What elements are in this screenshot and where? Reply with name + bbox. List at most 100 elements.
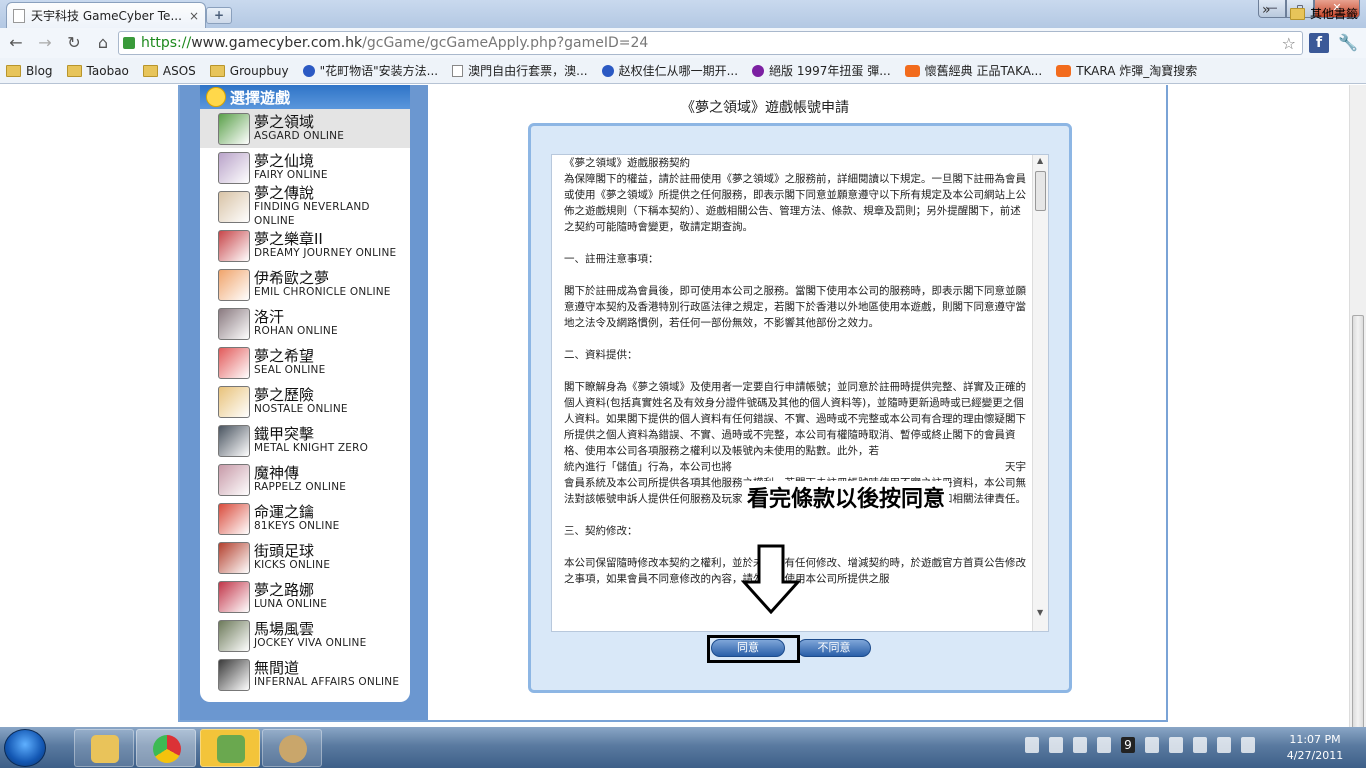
game-avatar [218, 268, 250, 301]
game-name-en: JOCKEY VIVA ONLINE [254, 636, 367, 649]
bookmark-item[interactable]: TKARA 炸彈_淘寶搜索 [1056, 62, 1197, 79]
other-bookmarks-folder[interactable]: 其他書籤 [1290, 5, 1358, 22]
sidebar-game-item[interactable]: 夢之仙境 FAIRY ONLINE [200, 148, 410, 187]
sidebar-game-item[interactable]: 夢之歷險 NOSTALE ONLINE [200, 382, 410, 421]
security-icon[interactable] [1193, 737, 1207, 753]
agree-highlight-frame [707, 635, 800, 663]
cursor-icon[interactable] [1097, 737, 1111, 753]
sidebar-game-item[interactable]: 馬場風雲 JOCKEY VIVA ONLINE [200, 616, 410, 655]
sidebar-game-item[interactable]: 夢之樂章II DREAMY JOURNEY ONLINE [200, 226, 410, 265]
game-names: 夢之傳說 FINDING NEVERLAND ONLINE [254, 185, 410, 228]
game-select-panel: 選擇遊戲 夢之領域 ASGARD ONLINE 夢之仙境 FAIRY ONLINE 夢之… [200, 85, 410, 702]
page-viewport: 選擇遊戲 夢之領域 ASGARD ONLINE 夢之仙境 FAIRY ONLINE 夢之… [0, 85, 1349, 727]
tray-count-badge[interactable]: 9 [1121, 737, 1135, 753]
scroll-up-arrow-icon[interactable]: ▲ [1037, 156, 1043, 165]
tab-close-icon[interactable]: × [189, 9, 199, 23]
tao-icon [1056, 64, 1072, 77]
bookmark-item[interactable]: 絕版 1997年扭蛋 彈... [752, 62, 891, 79]
sidebar-game-item[interactable]: 鐵甲突擊 METAL KNIGHT ZERO [200, 421, 410, 460]
folder-icon [6, 64, 21, 77]
facebook-extension-icon[interactable]: f [1309, 33, 1329, 53]
bookmark-label: Blog [26, 63, 53, 78]
sidebar-game-item[interactable]: 夢之路娜 LUNA ONLINE [200, 577, 410, 616]
sidebar-game-item[interactable]: 無間道 INFERNAL AFFAIRS ONLINE [200, 655, 410, 694]
sidebar-game-item[interactable]: 夢之希望 SEAL ONLINE [200, 343, 410, 382]
game-name-en: FAIRY ONLINE [254, 168, 328, 181]
game-avatar [218, 190, 250, 223]
bookmark-item[interactable]: ASOS [142, 63, 196, 78]
new-tab-button[interactable]: + [206, 7, 232, 24]
windows-taskbar: 9 11:07 PM 4/27/2011 [0, 727, 1366, 768]
bookmark-item[interactable]: 澳門自由行套票，澳... [452, 62, 588, 79]
paint-palette-icon [279, 735, 307, 763]
game-name-zh: 鐵甲突擊 [254, 424, 315, 443]
sidebar-game-item[interactable]: 洛汗 ROHAN ONLINE [200, 304, 410, 343]
paw-icon [302, 64, 315, 77]
scroll-thumb[interactable] [1035, 171, 1046, 211]
sidebar-game-item[interactable]: 魔神傳 RAPPELZ ONLINE [200, 460, 410, 499]
game-name-zh: 夢之路娜 [254, 580, 315, 599]
game-names: 夢之仙境 FAIRY ONLINE [254, 153, 328, 182]
ime-icon[interactable] [1025, 737, 1039, 753]
bookmark-label: 絕版 1997年扭蛋 彈... [769, 64, 891, 78]
clock[interactable]: 11:07 PM 4/27/2011 [1280, 732, 1350, 764]
sidebar-game-item[interactable]: 伊希歐之夢 EMIL CHRONICLE ONLINE [200, 265, 410, 304]
sidebar-game-item[interactable]: 夢之領域 ASGARD ONLINE [200, 109, 410, 148]
bookmark-label: ASOS [162, 63, 196, 78]
sidebar-game-item[interactable]: 夢之傳說 FINDING NEVERLAND ONLINE [200, 185, 410, 228]
forward-arrow-icon[interactable]: → [32, 30, 58, 56]
game-select-header: 選擇遊戲 [200, 85, 410, 109]
wrench-menu-icon[interactable]: 🔧 [1337, 33, 1359, 55]
taskbar-paint-button[interactable] [262, 729, 322, 767]
sidebar-game-item[interactable]: 街頭足球 KICKS ONLINE [200, 538, 410, 577]
bookmark-item[interactable]: Blog [6, 64, 53, 78]
taskbar-app-button[interactable] [200, 729, 260, 767]
taskbar-explorer-button[interactable] [74, 729, 134, 767]
page-scrollbar[interactable] [1349, 85, 1366, 735]
taskbar-chrome-button[interactable] [136, 729, 196, 767]
monitor-icon[interactable] [1217, 737, 1231, 753]
bookmarks-bar: Blog Taobao ASOS Groupbuy "花町物语"安装方法... 澳門自由行… [0, 58, 1366, 84]
bookmark-item[interactable]: Groupbuy [209, 63, 289, 78]
page-scroll-thumb[interactable] [1352, 315, 1364, 735]
language-icon[interactable] [1049, 737, 1063, 753]
terms-paragraph: 二、資料提供： [564, 349, 638, 361]
bookmark-item[interactable]: 赵权佳仁从哪一期开... [601, 62, 738, 79]
start-button[interactable] [4, 729, 46, 767]
disagree-button[interactable]: 不同意 [797, 639, 871, 657]
folder-icon [209, 64, 225, 77]
game-avatar [218, 619, 250, 652]
game-avatar [218, 424, 250, 457]
game-avatar [218, 307, 250, 340]
bookmark-star-icon[interactable]: ☆ [1282, 34, 1296, 53]
bookmark-item[interactable]: 懷舊經典 正品TAKA... [904, 62, 1042, 79]
volume-icon[interactable] [1169, 737, 1183, 753]
network-icon[interactable] [1145, 737, 1159, 753]
page-favicon-icon [13, 8, 25, 23]
bookmark-item[interactable]: Taobao [66, 64, 129, 78]
home-icon[interactable]: ⌂ [90, 30, 116, 56]
game-names: 夢之路娜 LUNA ONLINE [254, 580, 327, 611]
back-arrow-icon[interactable]: ← [3, 30, 29, 56]
game-avatar [218, 385, 250, 418]
game-names: 夢之樂章II DREAMY JOURNEY ONLINE [254, 231, 397, 260]
game-avatar [218, 463, 250, 496]
game-names: 無間道 INFERNAL AFFAIRS ONLINE [254, 660, 399, 689]
clock-date: 4/27/2011 [1286, 749, 1344, 762]
terms-scrollbar[interactable]: ▲ ▼ [1032, 155, 1048, 631]
tray-app-icon[interactable] [1073, 737, 1087, 753]
flag-icon[interactable] [1241, 737, 1255, 753]
folder-icon [91, 735, 119, 763]
reload-icon[interactable]: ↻ [61, 30, 87, 56]
browser-tab[interactable]: 天宇科技 GameCyber Te... × [6, 2, 206, 28]
tao-icon [904, 64, 920, 77]
bookmark-label: Groupbuy [229, 63, 289, 78]
sidebar-game-item[interactable]: 命運之鑰 81KEYS ONLINE [200, 499, 410, 538]
scroll-down-arrow-icon[interactable]: ▼ [1037, 608, 1043, 617]
bookmark-item[interactable]: "花町物语"安装方法... [302, 62, 438, 79]
bookmarks-overflow-chevron-icon[interactable]: » [1262, 2, 1271, 18]
game-name-en: METAL KNIGHT ZERO [254, 441, 369, 454]
terms-paragraph: 三、契約修改： [564, 525, 638, 537]
address-bar[interactable]: https://www.gamecyber.com.hk/gcGame/gcGa… [118, 31, 1303, 55]
game-name-en: DREAMY JOURNEY ONLINE [254, 246, 397, 259]
